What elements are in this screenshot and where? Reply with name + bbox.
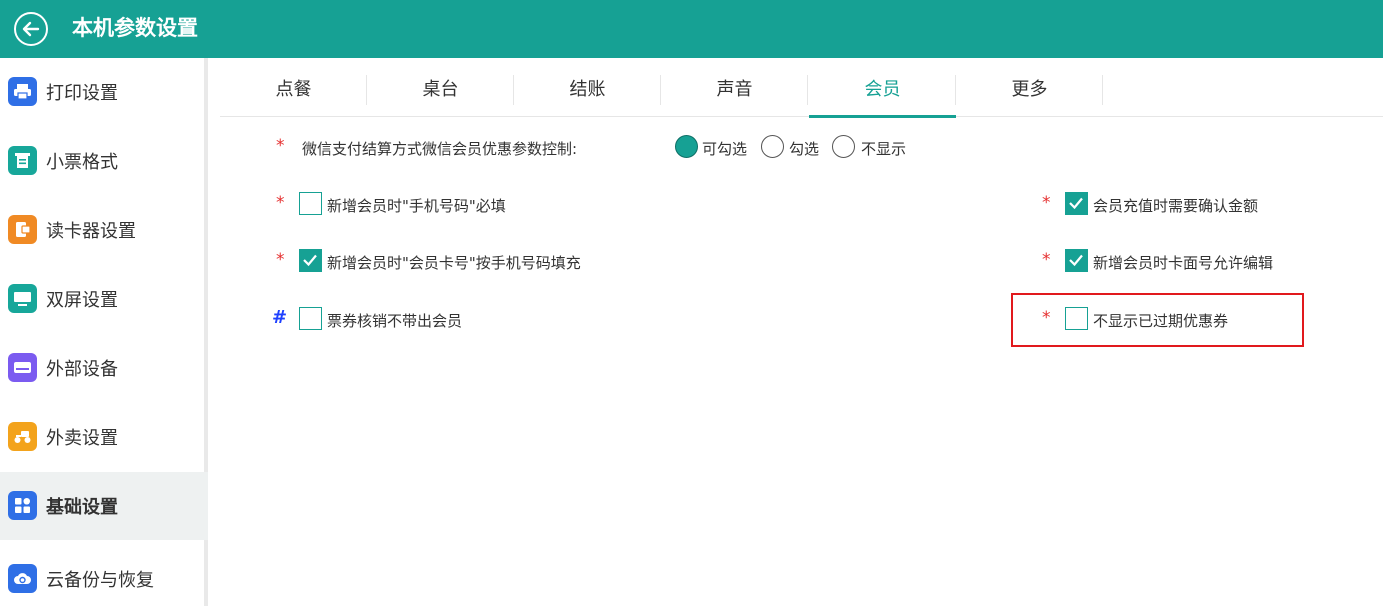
- tab-more[interactable]: 更多: [956, 58, 1103, 117]
- sidebar-item-dual-screen[interactable]: 双屏设置: [0, 265, 208, 333]
- radio-optional-check-label: 可勾选: [702, 140, 748, 158]
- tab-sound[interactable]: 声音: [661, 58, 808, 117]
- delivery-icon: [8, 422, 37, 451]
- radio-hide-label: 不显示: [861, 140, 907, 158]
- sidebar-item-label: 双屏设置: [46, 290, 118, 311]
- tab-label: 会员: [864, 78, 901, 100]
- device-icon: [8, 353, 37, 382]
- sidebar-item-label: 基础设置: [46, 497, 118, 518]
- app-header: 本机参数设置: [0, 0, 1383, 58]
- sidebar-item-basic-settings[interactable]: 基础设置: [0, 472, 208, 540]
- sidebar: 打印设置 小票格式 读卡器设置 双屏设置 外部设备 外卖设置 基础设置 云备份与…: [0, 58, 208, 606]
- back-arrow-icon: [22, 21, 40, 37]
- required-marker: *: [276, 250, 285, 270]
- sidebar-item-external-device[interactable]: 外部设备: [0, 334, 208, 402]
- radio-hide[interactable]: [832, 135, 855, 158]
- grid-icon: [8, 491, 37, 520]
- required-marker: *: [276, 136, 285, 156]
- sidebar-item-cloud-backup[interactable]: 云备份与恢复: [0, 545, 208, 613]
- tab-label: 桌台: [422, 78, 459, 100]
- checkbox-hide-expired-coupons[interactable]: [1065, 307, 1088, 330]
- tab-bar: 点餐 桌台 结账 声音 会员 更多: [220, 58, 1383, 118]
- checkbox-phone-required[interactable]: [299, 192, 322, 215]
- sidebar-item-label: 云备份与恢复: [46, 570, 154, 591]
- tab-checkout[interactable]: 结账: [514, 58, 661, 117]
- radio-checked-label: 勾选: [789, 140, 820, 158]
- checkbox-voucher-no-member[interactable]: [299, 307, 322, 330]
- check-icon: [1069, 254, 1083, 267]
- monitor-icon: [8, 284, 37, 313]
- sidebar-item-delivery[interactable]: 外卖设置: [0, 403, 208, 471]
- printer-icon: [8, 77, 37, 106]
- radio-optional-check[interactable]: [675, 135, 698, 158]
- hash-marker: #: [272, 307, 288, 328]
- tab-table[interactable]: 桌台: [367, 58, 514, 117]
- sidebar-item-receipt[interactable]: 小票格式: [0, 127, 208, 195]
- tab-label: 点餐: [275, 78, 312, 100]
- page-title: 本机参数设置: [72, 16, 198, 40]
- checkbox-card-face-editable[interactable]: [1065, 249, 1088, 272]
- check-icon: [1069, 197, 1083, 210]
- back-button[interactable]: [14, 12, 48, 46]
- tab-label: 更多: [1011, 78, 1048, 100]
- required-marker: *: [1042, 250, 1051, 270]
- checkbox-card-by-phone-label: 新增会员时"会员卡号"按手机号码填充: [327, 254, 581, 272]
- checkbox-hide-expired-coupons-label: 不显示已过期优惠券: [1093, 312, 1229, 330]
- checkbox-confirm-recharge[interactable]: [1065, 192, 1088, 215]
- checkbox-card-face-editable-label: 新增会员时卡面号允许编辑: [1093, 254, 1274, 272]
- tab-label: 结账: [569, 78, 606, 100]
- sidebar-item-card-reader[interactable]: 读卡器设置: [0, 196, 208, 264]
- wechat-member-discount-label: 微信支付结算方式微信会员优惠参数控制:: [302, 140, 578, 158]
- sidebar-item-label: 小票格式: [46, 152, 118, 173]
- sidebar-item-label: 外部设备: [46, 359, 118, 380]
- card-reader-icon: [8, 215, 37, 244]
- sidebar-item-print[interactable]: 打印设置: [0, 58, 208, 126]
- required-marker: *: [1042, 193, 1051, 213]
- check-icon: [303, 254, 317, 267]
- required-marker: *: [276, 193, 285, 213]
- receipt-icon: [8, 146, 37, 175]
- tab-label: 声音: [716, 78, 753, 100]
- sidebar-item-label: 读卡器设置: [46, 221, 136, 242]
- radio-checked[interactable]: [761, 135, 784, 158]
- tab-member[interactable]: 会员: [809, 58, 956, 118]
- tab-order[interactable]: 点餐: [220, 58, 367, 117]
- sidebar-item-label: 外卖设置: [46, 428, 118, 449]
- checkbox-confirm-recharge-label: 会员充值时需要确认金额: [1093, 197, 1259, 215]
- sidebar-item-label: 打印设置: [46, 83, 118, 104]
- cloud-backup-icon: [8, 564, 37, 593]
- checkbox-card-by-phone[interactable]: [299, 249, 322, 272]
- checkbox-voucher-no-member-label: 票券核销不带出会员: [327, 312, 463, 330]
- required-marker: *: [1042, 308, 1051, 328]
- checkbox-phone-required-label: 新增会员时"手机号码"必填: [327, 197, 506, 215]
